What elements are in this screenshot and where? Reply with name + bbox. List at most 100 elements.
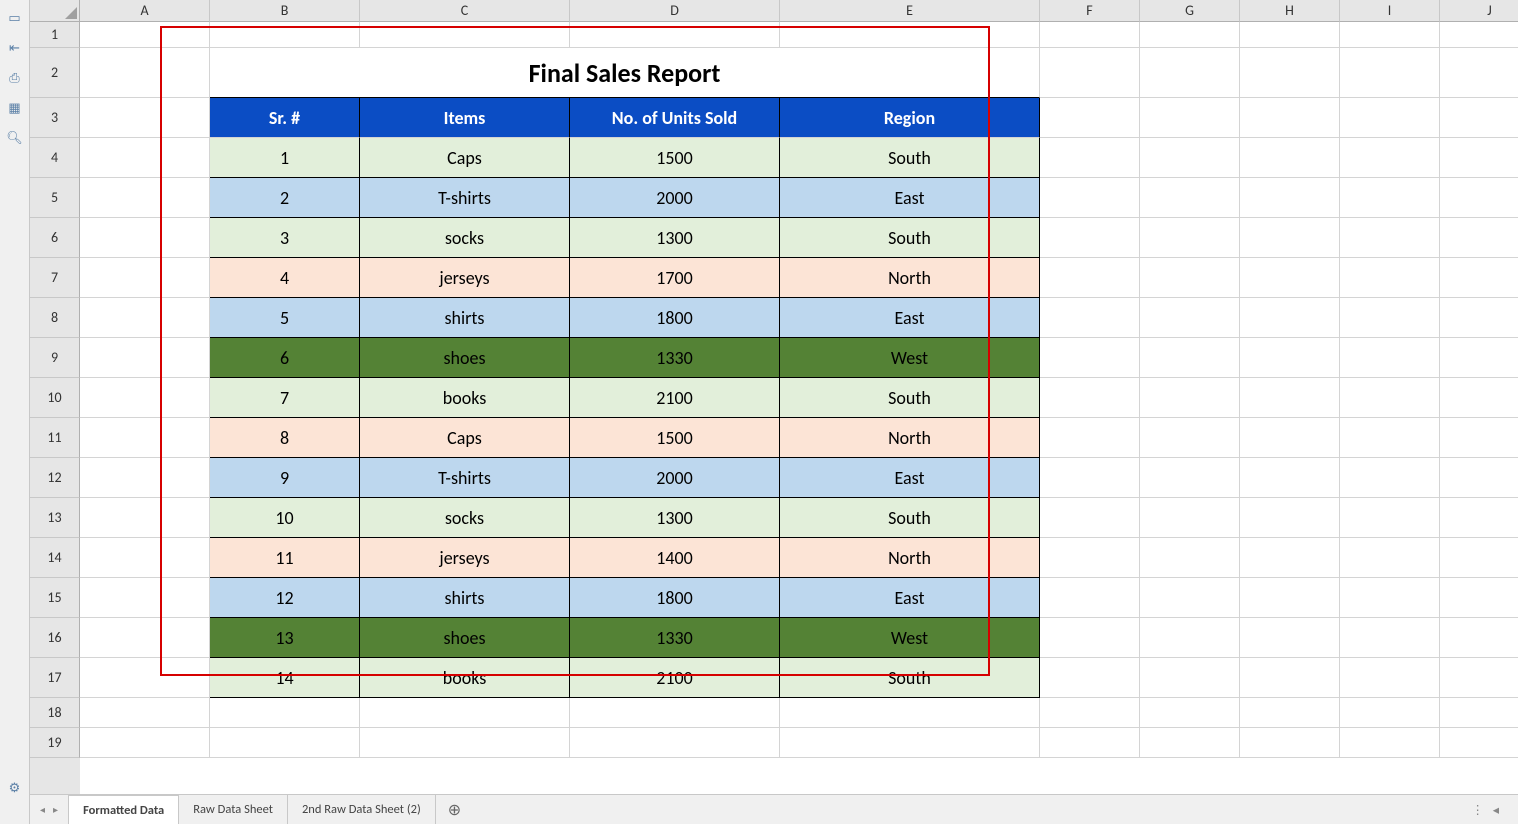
column-header-H[interactable]: H bbox=[1240, 0, 1340, 22]
table-cell-sr[interactable]: 1 bbox=[210, 138, 360, 178]
cell[interactable] bbox=[1040, 698, 1140, 728]
column-header-J[interactable]: J bbox=[1440, 0, 1518, 22]
cell[interactable] bbox=[1440, 138, 1518, 178]
cell[interactable] bbox=[1240, 378, 1340, 418]
cell[interactable] bbox=[1240, 538, 1340, 578]
cell[interactable] bbox=[1240, 498, 1340, 538]
column-header-G[interactable]: G bbox=[1140, 0, 1240, 22]
cell[interactable] bbox=[1340, 698, 1440, 728]
cell[interactable] bbox=[1340, 728, 1440, 758]
cell[interactable] bbox=[1440, 218, 1518, 258]
table-cell-units[interactable]: 1800 bbox=[570, 578, 780, 618]
cell[interactable] bbox=[1340, 98, 1440, 138]
cell[interactable] bbox=[1440, 48, 1518, 98]
cell[interactable] bbox=[80, 298, 210, 338]
table-cell-region[interactable]: North bbox=[780, 418, 1040, 458]
cell[interactable] bbox=[1040, 48, 1140, 98]
cell[interactable] bbox=[1340, 258, 1440, 298]
table-cell-units[interactable]: 1500 bbox=[570, 138, 780, 178]
cell[interactable] bbox=[1040, 618, 1140, 658]
cell[interactable] bbox=[1140, 418, 1240, 458]
cell[interactable] bbox=[1040, 418, 1140, 458]
table-cell-sr[interactable]: 10 bbox=[210, 498, 360, 538]
cell[interactable] bbox=[1340, 578, 1440, 618]
table-cell-units[interactable]: 1300 bbox=[570, 218, 780, 258]
cell[interactable] bbox=[1440, 578, 1518, 618]
sheet-tab[interactable]: Formatted Data bbox=[68, 795, 179, 824]
cell[interactable] bbox=[1240, 298, 1340, 338]
table-cell-units[interactable]: 2000 bbox=[570, 458, 780, 498]
cell[interactable] bbox=[1040, 578, 1140, 618]
cell[interactable] bbox=[1340, 538, 1440, 578]
cell[interactable] bbox=[80, 48, 210, 98]
cell[interactable] bbox=[1140, 498, 1240, 538]
cell[interactable] bbox=[210, 22, 360, 48]
table-cell-item[interactable]: shirts bbox=[360, 298, 570, 338]
table-cell-region[interactable]: East bbox=[780, 458, 1040, 498]
table-cell-region[interactable]: South bbox=[780, 658, 1040, 698]
table-cell-sr[interactable]: 8 bbox=[210, 418, 360, 458]
cell[interactable] bbox=[1040, 378, 1140, 418]
table-cell-item[interactable]: books bbox=[360, 658, 570, 698]
cell[interactable] bbox=[80, 698, 210, 728]
table-cell-sr[interactable]: 6 bbox=[210, 338, 360, 378]
row-header-13[interactable]: 13 bbox=[30, 498, 80, 538]
cell[interactable] bbox=[1440, 98, 1518, 138]
table-cell-item[interactable]: jerseys bbox=[360, 538, 570, 578]
cell[interactable] bbox=[1440, 258, 1518, 298]
column-header-F[interactable]: F bbox=[1040, 0, 1140, 22]
tab-bar-right-handle[interactable]: ⋮ ◂ bbox=[1471, 802, 1518, 818]
cell[interactable] bbox=[1240, 418, 1340, 458]
cell[interactable] bbox=[80, 458, 210, 498]
find-icon[interactable]: 🔍︎ bbox=[7, 130, 23, 146]
table-cell-region[interactable]: West bbox=[780, 618, 1040, 658]
cell[interactable] bbox=[1340, 378, 1440, 418]
cell[interactable] bbox=[80, 378, 210, 418]
cell[interactable] bbox=[1340, 22, 1440, 48]
cell[interactable] bbox=[1040, 498, 1140, 538]
table-cell-region[interactable]: East bbox=[780, 178, 1040, 218]
sheet-tab[interactable]: Raw Data Sheet bbox=[179, 795, 288, 824]
cell[interactable] bbox=[570, 698, 780, 728]
cell[interactable] bbox=[1140, 258, 1240, 298]
table-cell-region[interactable]: North bbox=[780, 258, 1040, 298]
row-header-14[interactable]: 14 bbox=[30, 538, 80, 578]
cell[interactable] bbox=[1340, 48, 1440, 98]
cell[interactable] bbox=[1140, 658, 1240, 698]
row-header-18[interactable]: 18 bbox=[30, 698, 80, 728]
cell[interactable] bbox=[1040, 22, 1140, 48]
cell[interactable] bbox=[1240, 618, 1340, 658]
row-header-11[interactable]: 11 bbox=[30, 418, 80, 458]
cell[interactable] bbox=[1140, 458, 1240, 498]
cell[interactable] bbox=[1440, 458, 1518, 498]
cell[interactable] bbox=[1140, 728, 1240, 758]
column-header-A[interactable]: A bbox=[80, 0, 210, 22]
table-cell-units[interactable]: 2000 bbox=[570, 178, 780, 218]
cell[interactable] bbox=[780, 22, 1040, 48]
cell[interactable] bbox=[1140, 698, 1240, 728]
table-cell-item[interactable]: shirts bbox=[360, 578, 570, 618]
table-cell-units[interactable]: 1330 bbox=[570, 338, 780, 378]
cell[interactable] bbox=[1340, 178, 1440, 218]
table-cell-sr[interactable]: 7 bbox=[210, 378, 360, 418]
sheet-tab[interactable]: 2nd Raw Data Sheet (2) bbox=[288, 795, 436, 824]
column-header-I[interactable]: I bbox=[1340, 0, 1440, 22]
cell[interactable] bbox=[1240, 728, 1340, 758]
cell[interactable] bbox=[1040, 178, 1140, 218]
cell[interactable] bbox=[1340, 418, 1440, 458]
row-header-3[interactable]: 3 bbox=[30, 98, 80, 138]
cell[interactable] bbox=[1340, 298, 1440, 338]
cell[interactable] bbox=[1240, 138, 1340, 178]
cell[interactable] bbox=[1440, 618, 1518, 658]
cell[interactable] bbox=[1440, 498, 1518, 538]
print-icon[interactable]: ⎙ bbox=[7, 70, 23, 86]
table-cell-region[interactable]: East bbox=[780, 298, 1040, 338]
table-cell-region[interactable]: South bbox=[780, 138, 1040, 178]
cell[interactable] bbox=[1040, 98, 1140, 138]
cell[interactable] bbox=[1440, 378, 1518, 418]
cell[interactable] bbox=[1440, 338, 1518, 378]
table-cell-units[interactable]: 2100 bbox=[570, 378, 780, 418]
cell[interactable] bbox=[210, 698, 360, 728]
table-cell-item[interactable]: shoes bbox=[360, 618, 570, 658]
tab-nav-prev-icon[interactable]: ◂ bbox=[40, 803, 45, 816]
